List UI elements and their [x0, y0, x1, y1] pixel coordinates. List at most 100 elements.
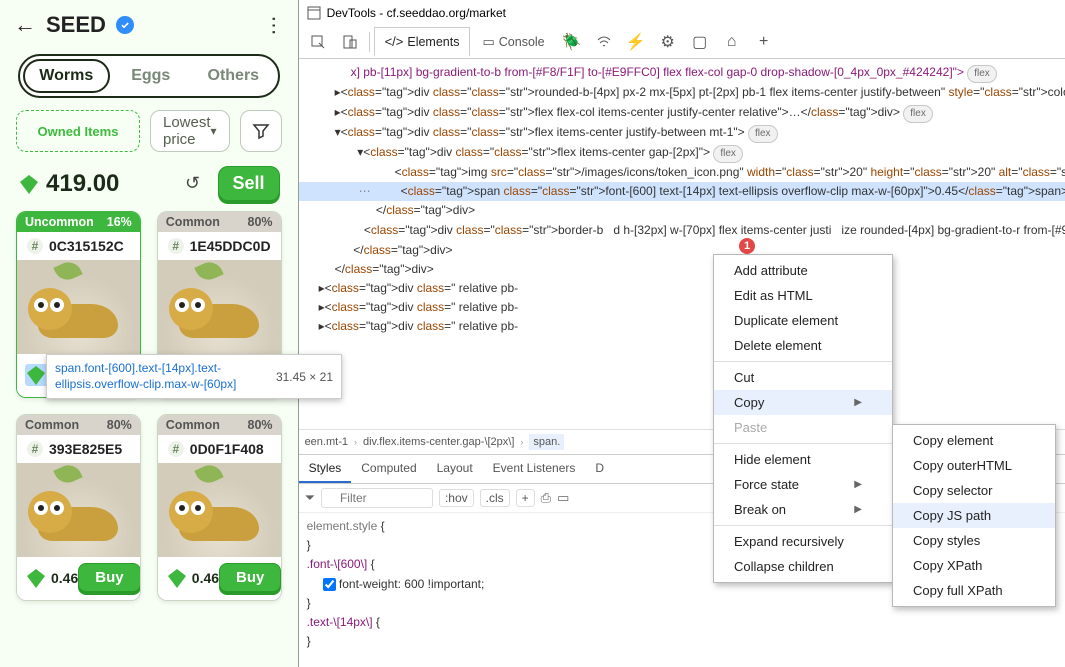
hash-icon: #: [27, 238, 43, 254]
rarity-chip: Common80%: [158, 212, 281, 232]
verified-badge-icon: [116, 16, 134, 34]
ctx-item-copy-full-xpath[interactable]: Copy full XPath: [893, 578, 1055, 603]
print-icon[interactable]: ⎙: [541, 490, 551, 506]
devtools-titlebar: DevTools - cf.seeddao.org/market — ✕: [299, 0, 1065, 25]
ctx-item-collapse-children[interactable]: Collapse children: [714, 554, 892, 579]
cls-button[interactable]: .cls: [480, 489, 510, 507]
styles-tab-computed[interactable]: Computed: [351, 455, 426, 483]
app-icon[interactable]: ▢: [685, 32, 715, 52]
chevron-down-icon: ▾: [211, 124, 217, 138]
owned-items-button[interactable]: Owned Items: [16, 110, 140, 152]
tooltip-dims: 31.45 × 21: [276, 370, 333, 384]
item-code: # 0C315152C: [17, 232, 140, 260]
category-tabs: Worms Eggs Others: [18, 54, 280, 98]
hash-icon: #: [27, 441, 43, 457]
app-header: ← SEED ⋯: [0, 0, 298, 44]
rarity-chip: Uncommon16%: [17, 212, 140, 232]
ctx-item-copy-xpath[interactable]: Copy XPath: [893, 553, 1055, 578]
inspector-tooltip: span.font-[600].text-[14px].text-ellipsi…: [46, 354, 342, 399]
item-price: 0.46: [25, 567, 78, 589]
tab-eggs[interactable]: Eggs: [110, 59, 193, 93]
hash-icon: #: [168, 441, 184, 457]
dom-tree[interactable]: x] pb-[11px] bg-gradient-to-b from-[#F8/…: [299, 59, 1065, 429]
balance-value: 419.00: [18, 170, 119, 198]
wifi-icon[interactable]: [589, 34, 619, 50]
card-grid: Uncommon16% # 0C315152C 0.45 Buy Common8…: [0, 211, 298, 617]
tab-others[interactable]: Others: [192, 59, 275, 93]
inspect-icon[interactable]: [303, 34, 333, 50]
gem-icon: [25, 567, 47, 589]
ctx-item-copy-element[interactable]: Copy element: [893, 428, 1055, 453]
annotation-1: 1: [739, 238, 755, 254]
new-rule-button[interactable]: +: [516, 489, 535, 507]
back-arrow-icon[interactable]: ←: [14, 12, 36, 38]
plus-icon[interactable]: +: [749, 33, 779, 51]
ctx-item-expand-recursively[interactable]: Expand recursively: [714, 529, 892, 554]
gem-icon: [166, 567, 188, 589]
home-icon[interactable]: ⌂: [717, 33, 747, 51]
ctx-item-copy[interactable]: Copy▶: [714, 390, 892, 415]
kebab-menu-icon[interactable]: ⋯: [261, 15, 286, 35]
hash-icon: #: [168, 238, 184, 254]
ctx-item-add-attribute[interactable]: Add attribute: [714, 258, 892, 283]
item-thumbnail: [158, 260, 281, 354]
card-footer: 0.46 Buy: [158, 557, 281, 600]
market-card[interactable]: Common80% # 393E825E5 0.46 Buy: [16, 414, 141, 601]
bug-icon[interactable]: 🪲: [557, 32, 587, 52]
ctx-item-hide-element[interactable]: Hide element: [714, 447, 892, 472]
panel-icon[interactable]: ▭: [557, 490, 569, 506]
ctx-item-duplicate-element[interactable]: Duplicate element: [714, 308, 892, 333]
ctx-item-cut[interactable]: Cut: [714, 365, 892, 390]
gear-plus-icon[interactable]: ⚡: [621, 32, 651, 52]
history-icon[interactable]: ↺: [176, 167, 210, 201]
item-price: 0.46: [166, 567, 219, 589]
ctx-item-paste: Paste: [714, 415, 892, 440]
balance-row: 419.00 ↺ Sell: [0, 166, 298, 211]
rarity-chip: Common80%: [158, 415, 281, 435]
filter-row: Owned Items Lowest price ▾: [0, 110, 298, 166]
seed-app-pane: ← SEED ⋯ Worms Eggs Others Owned Items L…: [0, 0, 298, 667]
sort-dropdown[interactable]: Lowest price ▾: [150, 110, 230, 152]
tooltip-selector: span.font-[600].text-[14px].text-ellipsi…: [55, 361, 265, 392]
market-card[interactable]: Common80% # 0D0F1F408 0.46 Buy: [157, 414, 282, 601]
filter-button[interactable]: [240, 110, 282, 152]
styles-filter-input[interactable]: [321, 488, 433, 508]
devtools-icon: [307, 6, 321, 20]
funnel-icon: ⏷: [305, 490, 315, 506]
ctx-item-edit-as-html[interactable]: Edit as HTML: [714, 283, 892, 308]
tab-console[interactable]: ▭Console: [472, 28, 554, 56]
styles-tab-event[interactable]: Event Listeners: [483, 455, 586, 483]
context-menu-main: Add attributeEdit as HTMLDuplicate eleme…: [713, 254, 893, 583]
ctx-item-copy-selector[interactable]: Copy selector: [893, 478, 1055, 503]
ctx-item-copy-js-path[interactable]: Copy JS path: [893, 503, 1055, 528]
context-menu-copy: Copy elementCopy outerHTMLCopy selectorC…: [892, 424, 1056, 607]
tab-elements[interactable]: </>Elements: [374, 27, 471, 57]
item-thumbnail: [17, 260, 140, 354]
card-footer: 0.46 Buy: [17, 557, 140, 600]
ctx-item-delete-element[interactable]: Delete element: [714, 333, 892, 358]
ctx-item-copy-styles[interactable]: Copy styles: [893, 528, 1055, 553]
sort-label: Lowest price: [163, 114, 211, 148]
sell-button[interactable]: Sell: [218, 166, 280, 201]
ctx-item-copy-outerhtml[interactable]: Copy outerHTML: [893, 453, 1055, 478]
item-thumbnail: [158, 463, 281, 557]
dotted-gear-icon[interactable]: ⚙: [653, 32, 683, 52]
devtools-tabs: </>Elements ▭Console 🪲 ⚡ ⚙ ▢ ⌂ + ⋯ ?⃝: [299, 25, 1065, 59]
devtools-title: DevTools - cf.seeddao.org/market: [327, 6, 506, 20]
styles-tab-layout[interactable]: Layout: [427, 455, 483, 483]
tab-worms[interactable]: Worms: [23, 59, 110, 93]
item-code: # 0D0F1F408: [158, 435, 281, 463]
device-toggle-icon[interactable]: [335, 34, 365, 50]
funnel-icon: [252, 122, 270, 140]
rarity-chip: Common80%: [17, 415, 140, 435]
ctx-item-break-on[interactable]: Break on▶: [714, 497, 892, 522]
app-title: SEED: [46, 12, 106, 38]
ctx-item-force-state[interactable]: Force state▶: [714, 472, 892, 497]
buy-button[interactable]: Buy: [219, 563, 281, 592]
hov-button[interactable]: :hov: [439, 489, 474, 507]
styles-tab-styles[interactable]: Styles: [299, 455, 352, 483]
gem-icon: [18, 173, 40, 195]
item-thumbnail: [17, 463, 140, 557]
buy-button[interactable]: Buy: [78, 563, 140, 592]
item-code: # 1E45DDC0D: [158, 232, 281, 260]
